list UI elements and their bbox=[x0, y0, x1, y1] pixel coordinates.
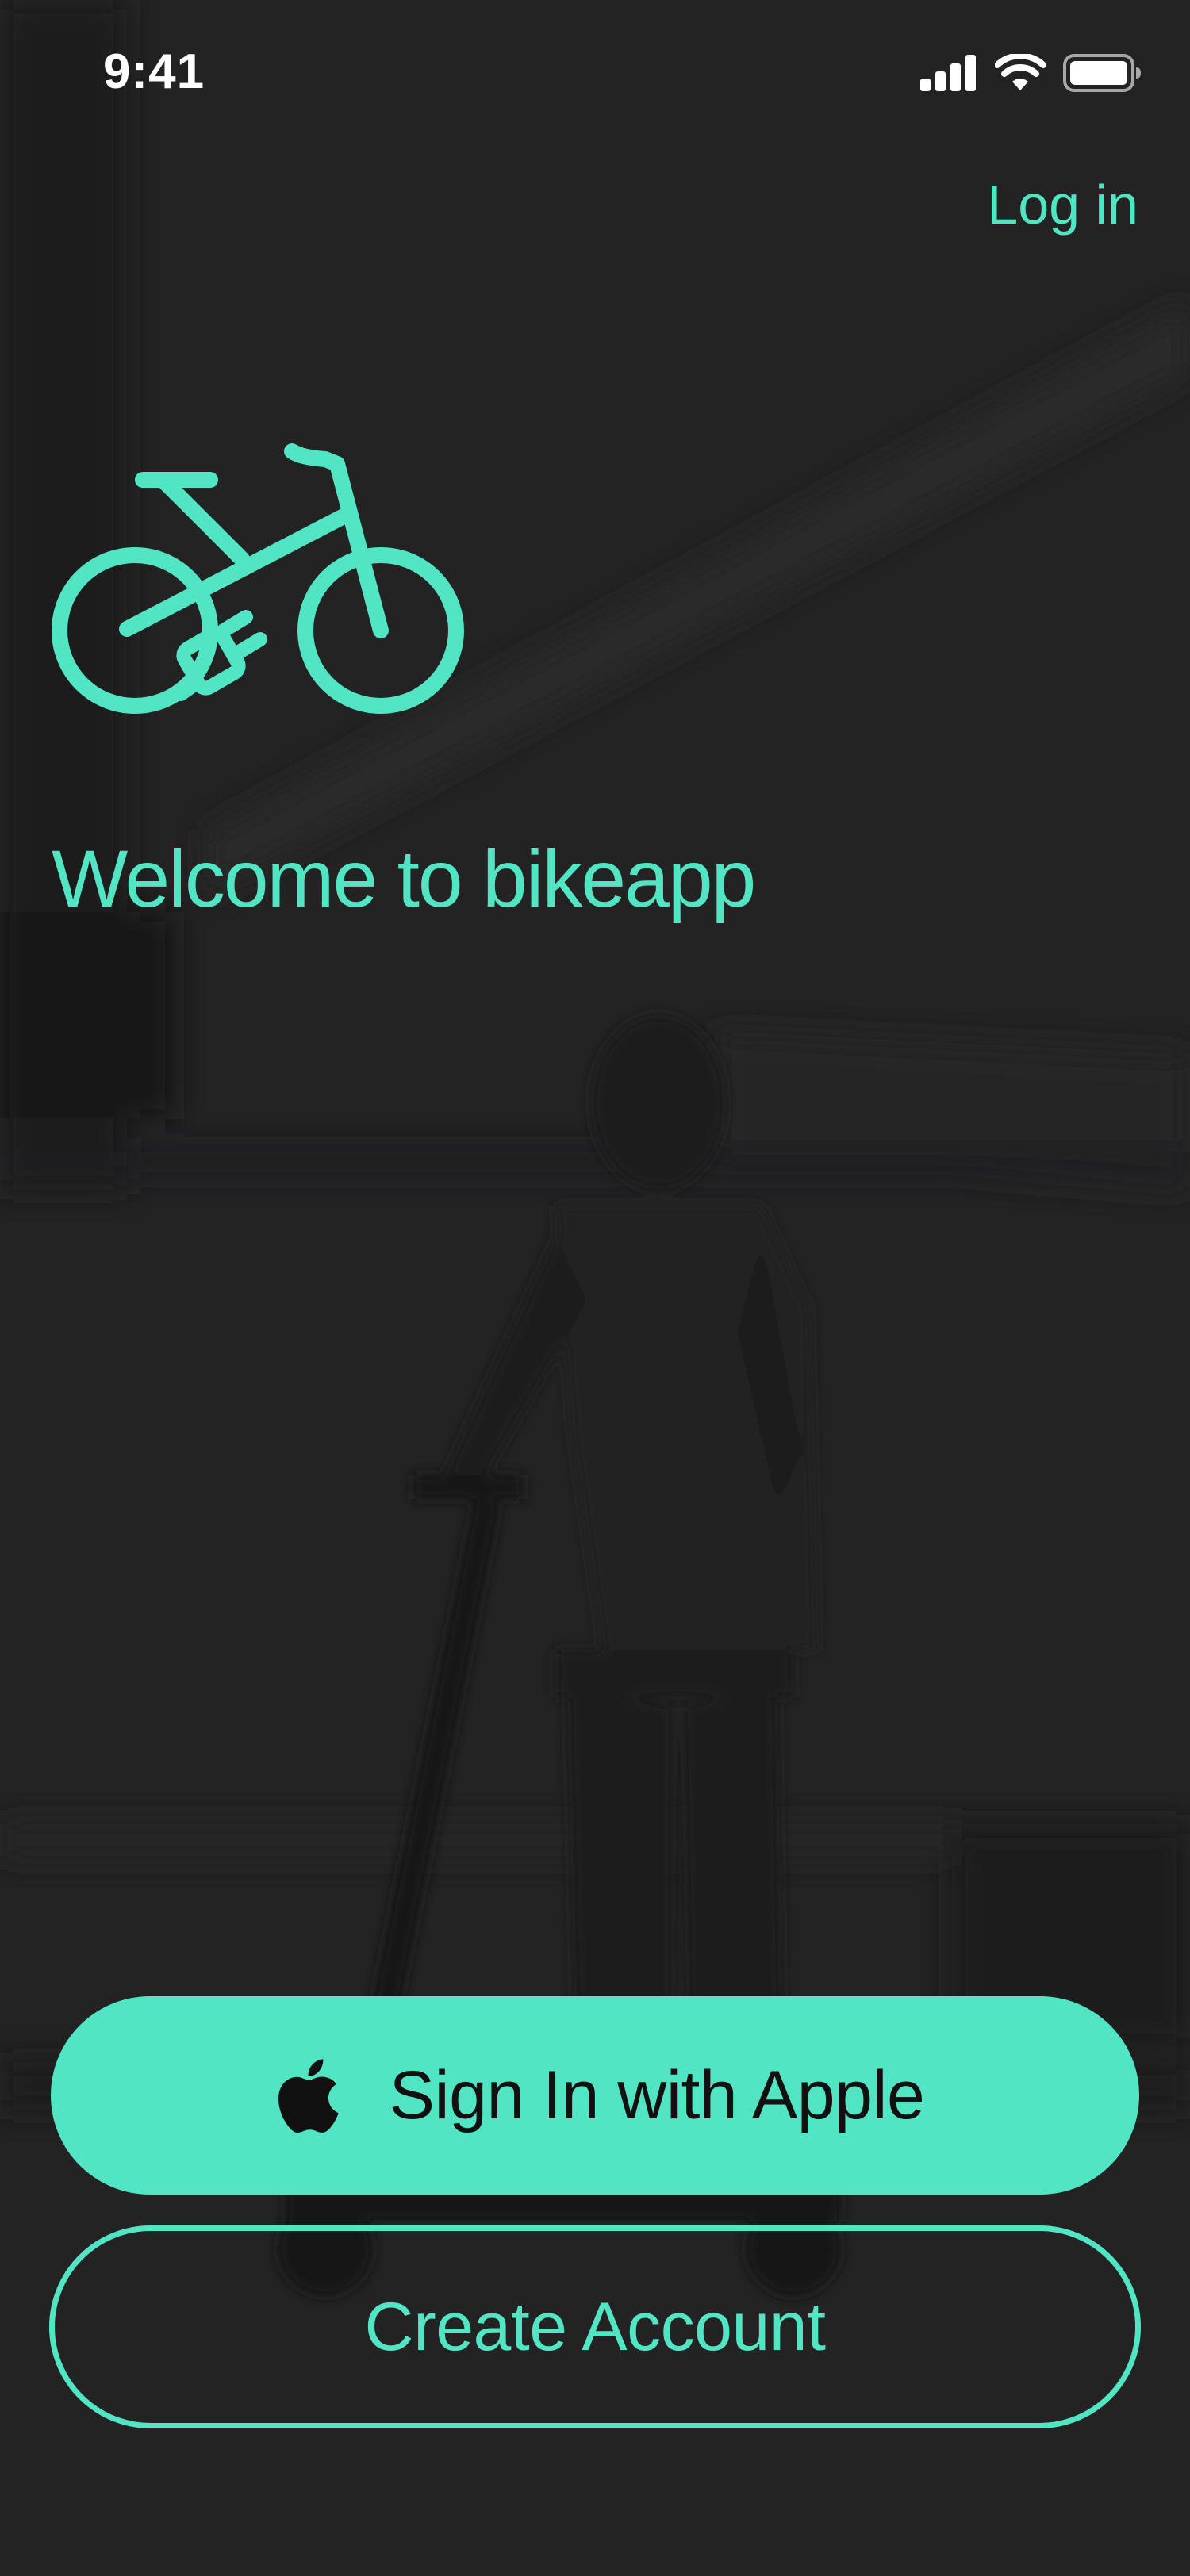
welcome-title: Welcome to bikeapp bbox=[52, 834, 756, 924]
battery-icon bbox=[1063, 54, 1141, 92]
welcome-screen: 9:41 Log in Welcome to bikeapp Sign In w… bbox=[0, 0, 1190, 2576]
status-icons bbox=[920, 49, 1142, 97]
status-time: 9:41 bbox=[103, 44, 205, 99]
sign-in-with-apple-label: Sign In with Apple bbox=[389, 2057, 925, 2133]
wifi-icon bbox=[995, 54, 1046, 90]
status-bar: 9:41 bbox=[0, 0, 1190, 143]
electric-bike-icon bbox=[52, 443, 464, 714]
apple-logo-icon bbox=[278, 2059, 339, 2133]
create-account-label: Create Account bbox=[364, 2288, 826, 2365]
cellular-signal-icon bbox=[920, 55, 976, 91]
create-account-button[interactable]: Create Account bbox=[49, 2225, 1141, 2428]
login-link[interactable]: Log in bbox=[987, 173, 1138, 236]
sign-in-with-apple-button[interactable]: Sign In with Apple bbox=[51, 1996, 1139, 2195]
